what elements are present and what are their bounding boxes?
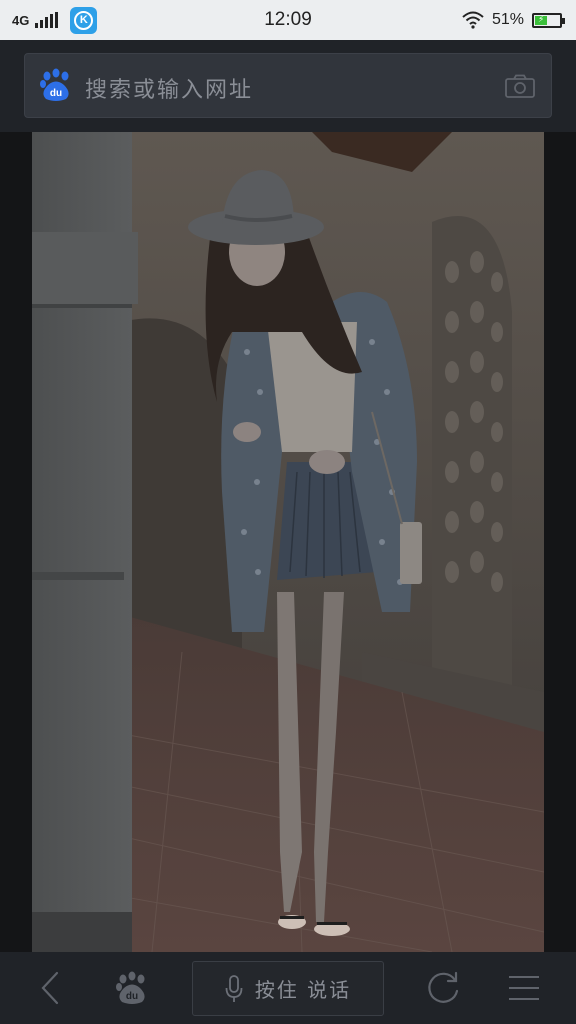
- battery-percent: 51%: [491, 11, 524, 28]
- battery-icon: ⚡: [532, 12, 565, 28]
- status-bar: 4G K 12:09 51% ⚡: [0, 0, 576, 40]
- wifi-icon: [462, 11, 484, 29]
- baidu-home-icon: du: [116, 971, 145, 1004]
- svg-text:du: du: [50, 88, 62, 99]
- svg-text:du: du: [126, 991, 138, 1002]
- search-bar[interactable]: du 搜索或输入网址: [24, 53, 552, 118]
- refresh-button[interactable]: [414, 952, 474, 1024]
- camera-icon[interactable]: [505, 74, 535, 98]
- search-input[interactable]: 搜索或输入网址: [85, 72, 253, 104]
- back-button[interactable]: [20, 952, 80, 1024]
- baidu-home-button[interactable]: du: [100, 952, 164, 1024]
- baidu-paw-icon[interactable]: du: [39, 68, 73, 102]
- refresh-icon: [428, 971, 459, 1003]
- microphone-icon: [225, 974, 243, 1002]
- bottom-toolbar: du 按住 说话: [0, 952, 576, 1024]
- battery-fill: ⚡: [535, 15, 548, 25]
- menu-button[interactable]: [494, 952, 554, 1024]
- fashion-photo[interactable]: [32, 132, 544, 952]
- page-content: [0, 132, 576, 952]
- browser-header: du 搜索或输入网址: [0, 40, 576, 132]
- voice-label: 按住 说话: [254, 978, 352, 1002]
- back-icon: [41, 971, 59, 1005]
- voice-input-button[interactable]: 按住 说话: [192, 961, 384, 1016]
- menu-icon: [509, 976, 539, 1000]
- status-right: 51% ⚡: [462, 8, 565, 32]
